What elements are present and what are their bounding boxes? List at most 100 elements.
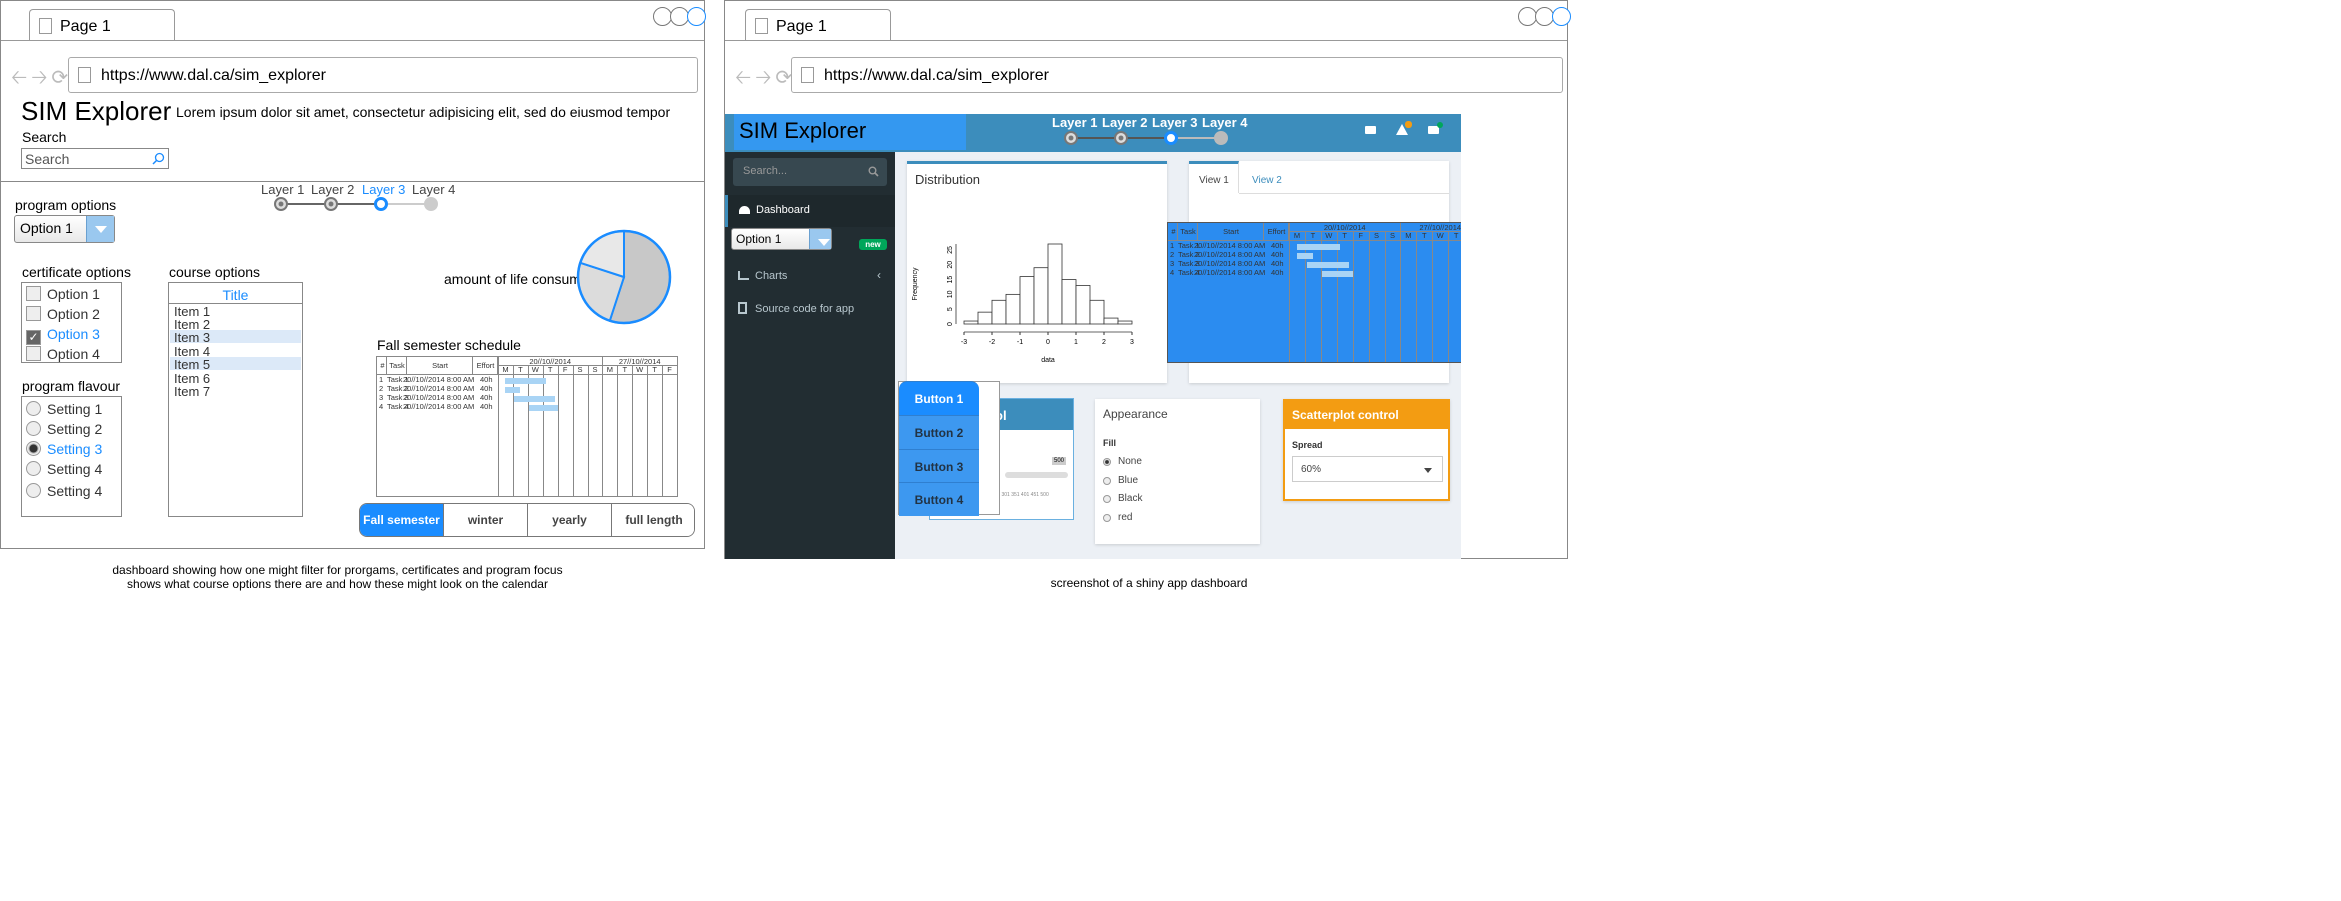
layer-1-knob[interactable] bbox=[274, 197, 288, 211]
certificate-option-4[interactable]: Option 4 bbox=[26, 346, 100, 362]
layer-3-knob[interactable] bbox=[374, 197, 388, 211]
browser-chrome: Page 1 🡠🡢⟳ https://www.dal.ca/sim_explor… bbox=[725, 1, 1571, 101]
gantt-header: # bbox=[1171, 227, 1176, 236]
layer-2-knob[interactable] bbox=[324, 197, 338, 211]
winter-button[interactable]: winter bbox=[443, 504, 528, 536]
layer-1-label[interactable]: Layer 1 bbox=[261, 182, 304, 197]
yearly-button[interactable]: yearly bbox=[527, 504, 612, 536]
layer-3-knob[interactable] bbox=[1164, 131, 1178, 145]
layer-2-knob[interactable] bbox=[1114, 131, 1128, 145]
radio-5[interactable] bbox=[26, 483, 41, 498]
left-browser-window: Page 1 🡠🡢⟳ https://www.dal.ca/sim_explor… bbox=[0, 0, 706, 549]
shiny-app: SIM Explorer Layer 1 Layer 2 Layer 3 Lay… bbox=[725, 114, 1461, 559]
sidebar-option-select[interactable]: Option 1 bbox=[731, 228, 832, 250]
gantt-start: 20//10//2014 8:00 AM bbox=[403, 402, 475, 411]
layer-3-label[interactable]: Layer 3 bbox=[1152, 115, 1198, 130]
menu-button-1[interactable]: Button 1 bbox=[899, 381, 979, 415]
course-item[interactable]: Item 4 bbox=[170, 344, 301, 359]
checkbox-4[interactable] bbox=[26, 346, 41, 361]
page-icon bbox=[755, 18, 768, 34]
sidebar-option-value: Option 1 bbox=[736, 232, 782, 246]
certificate-option-2[interactable]: Option 2 bbox=[26, 306, 100, 322]
checkbox-1[interactable] bbox=[26, 286, 41, 301]
layer-3-label[interactable]: Layer 3 bbox=[362, 182, 405, 197]
sidebar-item-dashboard[interactable]: Dashboard bbox=[725, 195, 895, 227]
menu-button-3[interactable]: Button 3 bbox=[899, 449, 979, 483]
nav-icons[interactable]: 🡠🡢⟳ bbox=[11, 63, 72, 97]
layer-4-label[interactable]: Layer 4 bbox=[412, 182, 455, 197]
menu-button-4[interactable]: Button 4 bbox=[899, 482, 979, 516]
radio-4[interactable] bbox=[26, 461, 41, 476]
fall-semester-button[interactable]: Fall semester bbox=[360, 504, 444, 536]
program-options-select[interactable]: Option 1 bbox=[14, 215, 115, 243]
flavour-option-4[interactable]: Setting 4 bbox=[26, 461, 102, 477]
checkbox-2[interactable] bbox=[26, 306, 41, 321]
full-length-button[interactable]: full length bbox=[611, 504, 694, 536]
option-label: Setting 4 bbox=[47, 483, 103, 499]
radio-selected[interactable] bbox=[1103, 458, 1111, 466]
radio[interactable] bbox=[1103, 495, 1111, 503]
envelope-icon[interactable] bbox=[1365, 126, 1376, 134]
course-item[interactable]: Item 7 bbox=[170, 384, 301, 399]
flavour-option-5[interactable]: Setting 4 bbox=[26, 483, 102, 499]
search-icon[interactable] bbox=[868, 166, 879, 177]
url-bar[interactable]: https://www.dal.ca/sim_explorer bbox=[68, 57, 698, 93]
flavour-option-3[interactable]: Setting 3 bbox=[26, 441, 102, 457]
course-item[interactable]: Item 1 bbox=[170, 304, 301, 319]
sidebar-item-charts[interactable]: Charts ‹ bbox=[725, 262, 895, 290]
spread-value: 60% bbox=[1301, 464, 1322, 475]
layer-2-label[interactable]: Layer 2 bbox=[1102, 115, 1148, 130]
fill-option-red[interactable]: red bbox=[1103, 512, 1132, 523]
tab-view-1[interactable]: View 1 bbox=[1189, 161, 1239, 193]
gantt-day-label: T bbox=[622, 365, 628, 374]
layer-4-knob[interactable] bbox=[1214, 131, 1228, 145]
spread-select[interactable]: 60% bbox=[1292, 456, 1443, 482]
gantt-day-label: F bbox=[667, 365, 672, 374]
sidebar-item-source-code[interactable]: Source code for app bbox=[725, 295, 895, 323]
course-item[interactable]: Item 2 bbox=[170, 317, 301, 332]
slider-track[interactable] bbox=[1005, 472, 1068, 478]
course-item[interactable]: Item 6 bbox=[170, 371, 301, 386]
radio[interactable] bbox=[1103, 514, 1111, 522]
flavour-option-1[interactable]: Setting 1 bbox=[26, 401, 102, 417]
tab-view-2[interactable]: View 2 bbox=[1239, 161, 1299, 193]
menu-button-2[interactable]: Button 2 bbox=[899, 415, 979, 449]
nav-icons[interactable]: 🡠🡢⟳ bbox=[735, 63, 796, 97]
option-label: Option 3 bbox=[47, 326, 100, 342]
fill-option-black[interactable]: Black bbox=[1103, 493, 1142, 504]
certificate-option-3[interactable]: ✓ Option 3 bbox=[26, 326, 100, 345]
radio-1[interactable] bbox=[26, 401, 41, 416]
schedule-label: Fall semester schedule bbox=[377, 337, 521, 353]
chevron-down-icon bbox=[86, 216, 114, 242]
radio-2[interactable] bbox=[26, 421, 41, 436]
search-input[interactable]: Search bbox=[21, 148, 169, 169]
sidebar-search-input[interactable]: Search... bbox=[733, 158, 887, 186]
x-tick-label: -3 bbox=[961, 339, 967, 346]
layer-4-knob[interactable] bbox=[424, 197, 438, 211]
layer-4-label[interactable]: Layer 4 bbox=[1202, 115, 1248, 130]
layer-1-label[interactable]: Layer 1 bbox=[1052, 115, 1098, 130]
radio[interactable] bbox=[1103, 477, 1111, 485]
tab-title: Page 1 bbox=[60, 18, 111, 35]
fill-option-blue[interactable]: Blue bbox=[1103, 475, 1138, 486]
fill-option-label: Black bbox=[1118, 493, 1143, 504]
course-item[interactable]: Item 3 bbox=[170, 330, 301, 345]
browser-tab[interactable]: Page 1 bbox=[745, 9, 891, 41]
fill-option-none[interactable]: None bbox=[1103, 456, 1142, 467]
flavour-option-2[interactable]: Setting 2 bbox=[26, 421, 102, 437]
layer-2-label[interactable]: Layer 2 bbox=[311, 182, 354, 197]
search-icon[interactable] bbox=[152, 152, 165, 165]
browser-tab[interactable]: Page 1 bbox=[29, 9, 175, 41]
chevron-down-icon bbox=[809, 229, 831, 249]
close-button[interactable] bbox=[1552, 7, 1571, 26]
radio-3-selected[interactable] bbox=[26, 441, 41, 456]
gantt-effort: 40h bbox=[1271, 268, 1284, 277]
y-tick-label: 25 bbox=[947, 246, 954, 254]
course-item[interactable]: Item 5 bbox=[170, 357, 301, 372]
close-button[interactable] bbox=[687, 7, 706, 26]
checkbox-3-checked[interactable]: ✓ bbox=[26, 330, 41, 345]
histogram-bar bbox=[1103, 317, 1119, 325]
url-bar[interactable]: https://www.dal.ca/sim_explorer bbox=[791, 57, 1563, 93]
layer-1-knob[interactable] bbox=[1064, 131, 1078, 145]
certificate-option-1[interactable]: Option 1 bbox=[26, 286, 100, 302]
